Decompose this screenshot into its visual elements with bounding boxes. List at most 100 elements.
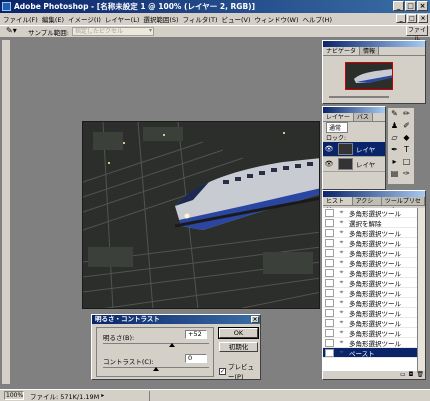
visibility-eye-icon[interactable]: 👁 [323,160,335,168]
snapshot-source-checkbox[interactable] [325,258,334,267]
doc-minimize-button[interactable]: _ [396,14,406,23]
tab-navigator[interactable]: ナビゲータ [323,47,361,55]
tab-layers[interactable]: レイヤー [323,113,354,121]
path-select-tool-icon[interactable]: ▸ [389,156,400,167]
menu-select[interactable]: 選択範囲(S) [143,14,178,24]
history-brush-tool-icon[interactable]: ✐ [401,120,412,131]
brightness-input[interactable]: +52 [185,330,207,339]
layer-row[interactable]: 👁 レイヤ [323,157,385,172]
snapshot-source-checkbox[interactable] [325,238,334,247]
history-item[interactable]: ⌖ 多角形選択ツール [323,228,419,238]
snapshot-source-checkbox[interactable] [325,248,334,257]
snapshot-source-checkbox[interactable] [325,318,334,327]
tab-tool-presets[interactable]: ツールプリセット [381,197,425,214]
snapshot-source-checkbox[interactable] [325,328,334,337]
snapshot-source-checkbox[interactable] [325,278,334,287]
menu-layer[interactable]: レイヤー(L) [105,14,140,24]
history-item[interactable]: ⌖ 多角形選択ツール [323,288,419,298]
history-item[interactable]: ⌖ 多角形選択ツール [323,278,419,288]
document-window-controls: _ □ × [396,14,428,23]
menu-filter[interactable]: フィルタ(T) [183,14,218,24]
menu-file[interactable]: ファイル(F) [3,14,38,24]
eyedropper-tool-icon[interactable]: ✑ [401,168,412,179]
menu-view[interactable]: ビュー(V) [221,14,250,24]
tab-info[interactable]: 情報 [360,47,380,55]
status-menu-arrow-icon[interactable]: ▸ [101,392,104,399]
pencil-tool-icon[interactable]: ✏ [401,108,412,119]
document-canvas[interactable] [82,121,320,309]
text-tool-icon[interactable]: T [401,144,412,155]
minimize-button[interactable]: _ [393,1,404,11]
pen-tool-icon[interactable]: ✒ [389,144,400,155]
snapshot-source-checkbox[interactable] [325,308,334,317]
notes-tool-icon[interactable]: ▤ [389,168,400,179]
preview-checkbox[interactable]: ✓ プレビュー(P) [219,361,260,381]
history-step-icon: ⌖ [339,268,344,276]
new-snapshot-icon[interactable]: ◘ [409,371,414,379]
tab-history[interactable]: ヒストリー [323,197,353,214]
new-document-icon[interactable]: ▭ [400,371,406,379]
ok-button[interactable]: OK [218,327,259,339]
doc-close-button[interactable]: × [418,14,428,23]
contrast-slider-thumb[interactable] [153,367,159,371]
dialog-close-button[interactable]: × [251,316,259,323]
eraser-tool-icon[interactable]: ▱ [389,132,400,143]
history-item-label: 選択を解除 [349,219,382,228]
history-item[interactable]: ⌖ ペースト [323,348,419,358]
lock-label: ロック: [326,134,347,142]
history-item[interactable]: ⌖ 多角形選択ツール [323,328,419,338]
history-scrollbar[interactable] [417,208,425,371]
snapshot-source-checkbox[interactable] [325,268,334,277]
preview-checkbox-box[interactable]: ✓ [219,367,226,375]
history-item-label: 多角形選択ツール [349,229,401,238]
trash-icon[interactable]: 🗑 [416,371,424,379]
eyedropper-tool-icon[interactable]: ✎▾ [6,26,24,37]
brightness-slider-track[interactable] [103,343,209,344]
history-step-icon: ⌖ [339,218,344,226]
history-item[interactable]: ⌖ 多角形選択ツール [323,318,419,328]
history-item[interactable]: ⌖ 多角形選択ツール [323,248,419,258]
history-item[interactable]: ⌖ 多角形選択ツール [323,268,419,278]
snapshot-source-checkbox[interactable] [325,338,334,347]
menu-edit[interactable]: 編集(E) [42,14,64,24]
photoshop-app-icon[interactable] [2,2,11,11]
history-item[interactable]: ⌖ 多角形選択ツール [323,338,419,348]
palette-well-button[interactable]: ファイル [406,25,428,43]
history-item[interactable]: ⌖ 多角形選択ツール [323,308,419,318]
snapshot-source-checkbox[interactable] [325,298,334,307]
history-step-icon: ⌖ [339,258,344,266]
blend-mode-select[interactable]: 通常 [326,121,349,133]
menu-image[interactable]: イメージ(I) [68,14,101,24]
brightness-slider-thumb[interactable] [169,343,175,347]
reset-button[interactable]: 初期化 [219,342,258,352]
menu-window[interactable]: ウィンドウ(W) [255,14,299,24]
snapshot-source-checkbox[interactable] [325,348,334,357]
stamp-tool-icon[interactable]: ♟ [389,120,400,131]
zoom-field[interactable]: 100% [4,391,24,400]
history-item[interactable]: ⌖ 多角形選択ツール [323,238,419,248]
snapshot-source-checkbox[interactable] [325,228,334,237]
maximize-button[interactable]: □ [405,1,416,11]
navigator-zoom-slider[interactable] [329,96,389,98]
bucket-tool-icon[interactable]: ◆ [401,132,412,143]
history-item[interactable]: ⌖ 多角形選択ツール [323,298,419,308]
history-item[interactable]: ⌖ 選択を解除 [323,218,419,228]
close-button[interactable]: × [417,1,428,11]
shape-tool-icon[interactable]: □ [401,156,412,167]
contrast-input[interactable]: 0 [185,354,207,363]
tab-actions[interactable]: アクション [352,197,382,214]
snapshot-source-checkbox[interactable] [325,288,334,297]
menu-help[interactable]: ヘルプ(H) [303,14,332,24]
snapshot-source-checkbox[interactable] [325,208,334,217]
snapshot-source-checkbox[interactable] [325,218,334,227]
history-item[interactable]: ⌖ 多角形選択ツール [323,258,419,268]
tab-paths[interactable]: パス [353,113,373,121]
visibility-eye-icon[interactable]: 👁 [323,145,335,153]
history-item[interactable]: ⌖ 多角形選択ツール [323,208,419,218]
layer-row[interactable]: 👁 レイヤ [323,142,385,157]
brush-tool-icon[interactable]: ✎ [389,108,400,119]
navigator-thumbnail[interactable] [345,62,393,90]
sample-size-select[interactable]: 指定したピクセル [72,27,154,36]
dialog-titlebar[interactable]: 明るさ・コントラスト × [92,315,260,324]
doc-restore-button[interactable]: □ [407,14,417,23]
